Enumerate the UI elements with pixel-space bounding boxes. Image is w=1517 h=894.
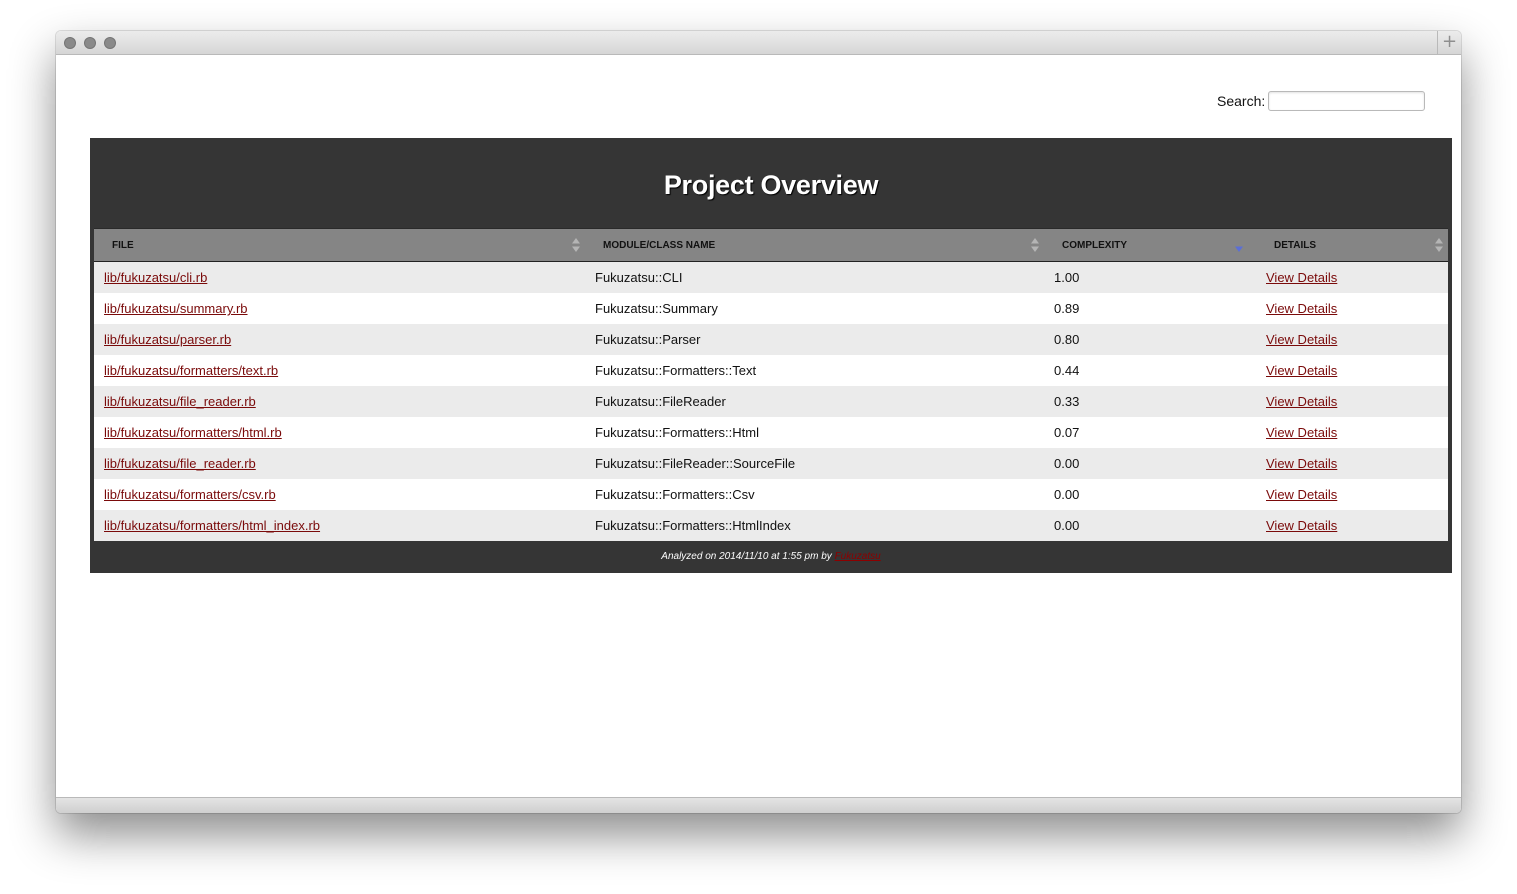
module-cell: Fukuzatsu::FileReader::SourceFile — [585, 448, 1044, 479]
module-cell: Fukuzatsu::Formatters::Text — [585, 355, 1044, 386]
browser-window: + Search: Project Overview FILE MODULE/C… — [56, 31, 1461, 813]
file-link[interactable]: lib/fukuzatsu/file_reader.rb — [104, 394, 256, 409]
view-details-link[interactable]: View Details — [1266, 270, 1337, 285]
sort-both-icon — [1435, 238, 1443, 252]
details-cell: View Details — [1256, 417, 1448, 448]
title-bar: + — [56, 31, 1461, 55]
file-cell: lib/fukuzatsu/file_reader.rb — [94, 386, 585, 417]
status-bar — [56, 797, 1461, 813]
details-cell: View Details — [1256, 510, 1448, 541]
complexity-cell: 0.44 — [1044, 355, 1256, 386]
table-row: lib/fukuzatsu/parser.rb Fukuzatsu::Parse… — [94, 324, 1448, 355]
details-cell: View Details — [1256, 355, 1448, 386]
new-tab-button[interactable]: + — [1437, 31, 1461, 54]
column-header-label: DETAILS — [1274, 239, 1317, 251]
view-details-link[interactable]: View Details — [1266, 301, 1337, 316]
table-row: lib/fukuzatsu/summary.rb Fukuzatsu::Summ… — [94, 293, 1448, 324]
details-cell: View Details — [1256, 386, 1448, 417]
view-details-link[interactable]: View Details — [1266, 456, 1337, 471]
view-details-link[interactable]: View Details — [1266, 394, 1337, 409]
close-window-button[interactable] — [64, 37, 76, 49]
file-cell: lib/fukuzatsu/formatters/html_index.rb — [94, 510, 585, 541]
file-link[interactable]: lib/fukuzatsu/cli.rb — [104, 270, 207, 285]
details-cell: View Details — [1256, 479, 1448, 510]
module-cell: Fukuzatsu::Parser — [585, 324, 1044, 355]
column-header-module[interactable]: MODULE/CLASS NAME — [585, 228, 1044, 262]
complexity-cell: 0.00 — [1044, 448, 1256, 479]
table-row: lib/fukuzatsu/formatters/text.rb Fukuzat… — [94, 355, 1448, 386]
sort-both-icon — [572, 238, 580, 252]
details-cell: View Details — [1256, 293, 1448, 324]
column-header-complexity[interactable]: COMPLEXITY — [1044, 228, 1256, 262]
file-cell: lib/fukuzatsu/summary.rb — [94, 293, 585, 324]
file-cell: lib/fukuzatsu/formatters/csv.rb — [94, 479, 585, 510]
column-header-label: MODULE/CLASS NAME — [603, 239, 716, 251]
module-cell: Fukuzatsu::Summary — [585, 293, 1044, 324]
sort-descending-icon — [1235, 246, 1243, 252]
table-header-row: FILE MODULE/CLASS NAME COMPLEXITY DETAIL… — [94, 228, 1448, 262]
page-title: Project Overview — [663, 170, 879, 200]
complexity-cell: 0.00 — [1044, 510, 1256, 541]
module-cell: Fukuzatsu::Formatters::HtmlIndex — [585, 510, 1044, 541]
details-cell: View Details — [1256, 261, 1448, 293]
file-link[interactable]: lib/fukuzatsu/formatters/csv.rb — [104, 487, 276, 502]
zoom-window-button[interactable] — [104, 37, 116, 49]
module-cell: Fukuzatsu::Formatters::Csv — [585, 479, 1044, 510]
complexity-table: FILE MODULE/CLASS NAME COMPLEXITY DETAIL… — [94, 228, 1448, 541]
details-cell: View Details — [1256, 448, 1448, 479]
complexity-cell: 0.33 — [1044, 386, 1256, 417]
details-cell: View Details — [1256, 324, 1448, 355]
search-input[interactable] — [1268, 91, 1425, 111]
table-row: lib/fukuzatsu/cli.rb Fukuzatsu::CLI 1.00… — [94, 261, 1448, 293]
fukuzatsu-link[interactable]: Fukuzatsu — [835, 551, 881, 562]
file-cell: lib/fukuzatsu/cli.rb — [94, 261, 585, 293]
complexity-cell: 0.89 — [1044, 293, 1256, 324]
complexity-cell: 1.00 — [1044, 261, 1256, 293]
module-cell: Fukuzatsu::CLI — [585, 261, 1044, 293]
table-row: lib/fukuzatsu/formatters/html_index.rb F… — [94, 510, 1448, 541]
file-link[interactable]: lib/fukuzatsu/parser.rb — [104, 332, 231, 347]
column-header-label: FILE — [112, 239, 134, 251]
module-cell: Fukuzatsu::FileReader — [585, 386, 1044, 417]
sort-both-icon — [1031, 238, 1039, 252]
complexity-cell: 0.07 — [1044, 417, 1256, 448]
search-label: Search: — [1217, 93, 1266, 109]
file-link[interactable]: lib/fukuzatsu/formatters/text.rb — [104, 363, 278, 378]
view-details-link[interactable]: View Details — [1266, 487, 1337, 502]
table-row: lib/fukuzatsu/file_reader.rb Fukuzatsu::… — [94, 386, 1448, 417]
view-details-link[interactable]: View Details — [1266, 425, 1337, 440]
view-details-link[interactable]: View Details — [1266, 363, 1337, 378]
complexity-cell: 0.00 — [1044, 479, 1256, 510]
file-link[interactable]: lib/fukuzatsu/formatters/html.rb — [104, 425, 282, 440]
view-details-link[interactable]: View Details — [1266, 518, 1337, 533]
file-cell: lib/fukuzatsu/formatters/text.rb — [94, 355, 585, 386]
file-link[interactable]: lib/fukuzatsu/summary.rb — [104, 301, 248, 316]
column-header-label: COMPLEXITY — [1062, 239, 1128, 251]
analysis-footer: Analyzed on 2014/11/10 at 1:55 pm by Fuk… — [90, 551, 1452, 562]
file-link[interactable]: lib/fukuzatsu/formatters/html_index.rb — [104, 518, 320, 533]
project-overview-panel: Project Overview FILE MODULE/CLASS NAME … — [90, 138, 1452, 573]
view-details-link[interactable]: View Details — [1266, 332, 1337, 347]
table-row: lib/fukuzatsu/formatters/html.rb Fukuzat… — [94, 417, 1448, 448]
analysis-timestamp: Analyzed on 2014/11/10 at 1:55 pm by — [661, 551, 832, 562]
file-cell: lib/fukuzatsu/formatters/html.rb — [94, 417, 585, 448]
minimize-window-button[interactable] — [84, 37, 96, 49]
file-link[interactable]: lib/fukuzatsu/file_reader.rb — [104, 456, 256, 471]
file-cell: lib/fukuzatsu/file_reader.rb — [94, 448, 585, 479]
column-header-details[interactable]: DETAILS — [1256, 228, 1448, 262]
table-row: lib/fukuzatsu/file_reader.rb Fukuzatsu::… — [94, 448, 1448, 479]
column-header-file[interactable]: FILE — [94, 228, 585, 262]
module-cell: Fukuzatsu::Formatters::Html — [585, 417, 1044, 448]
table-row: lib/fukuzatsu/formatters/csv.rb Fukuzats… — [94, 479, 1448, 510]
complexity-cell: 0.80 — [1044, 324, 1256, 355]
file-cell: lib/fukuzatsu/parser.rb — [94, 324, 585, 355]
